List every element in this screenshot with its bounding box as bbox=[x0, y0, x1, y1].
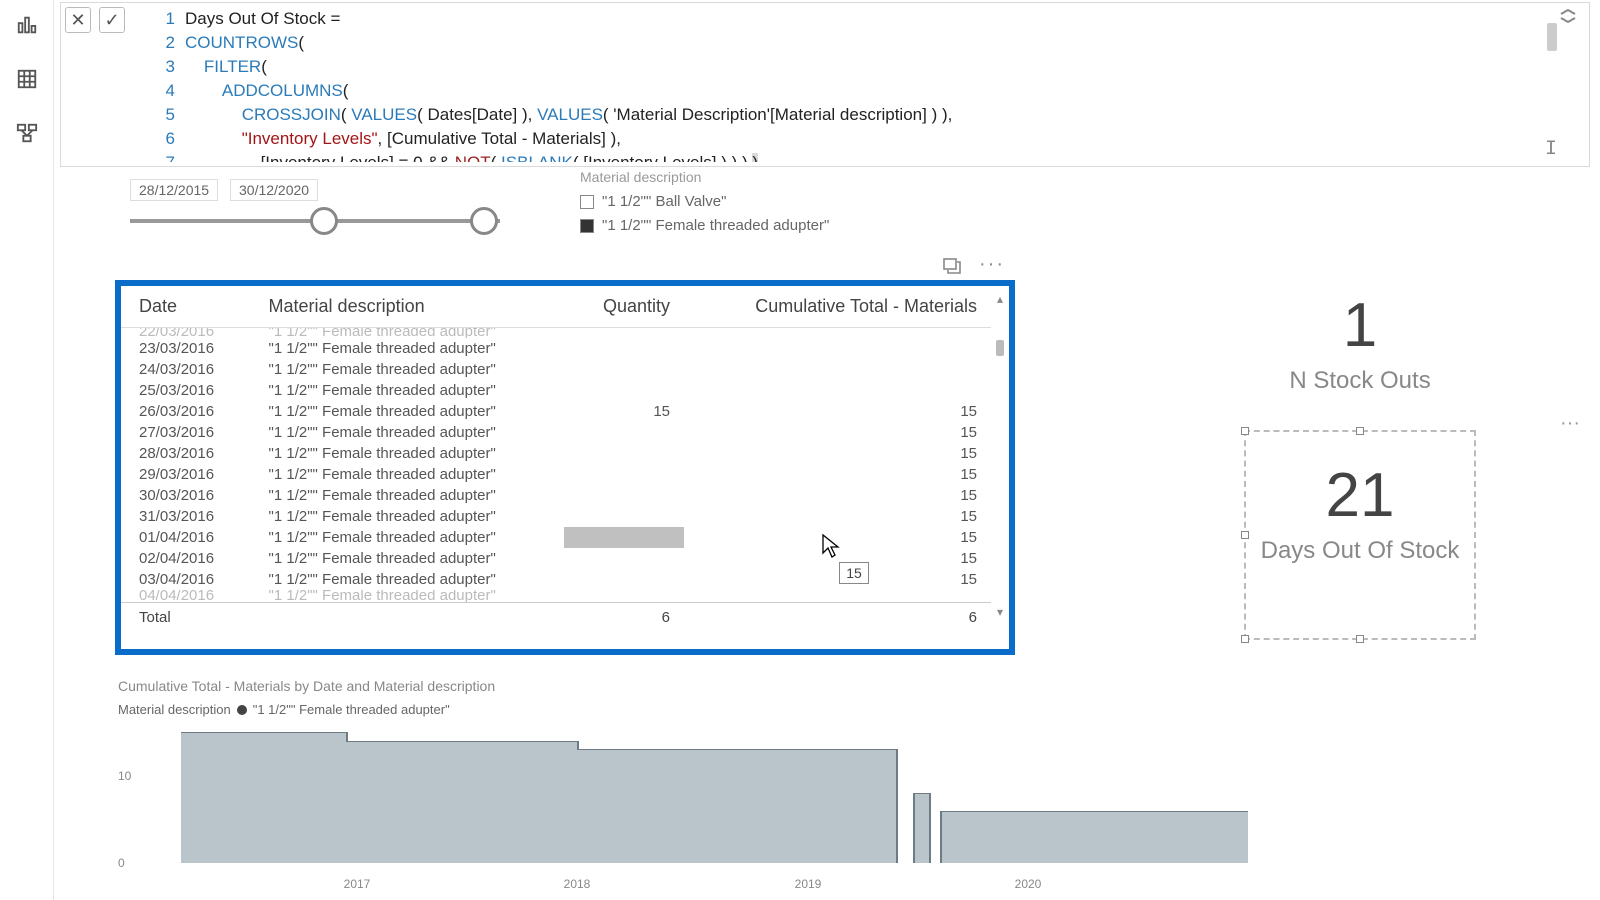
card-stock-outs[interactable]: 1 N Stock Outs bbox=[1260, 290, 1460, 395]
date-from-input[interactable]: 28/12/2015 bbox=[130, 179, 218, 201]
cell-tooltip: 15 bbox=[839, 562, 869, 584]
formula-commit-button[interactable]: ✓ bbox=[99, 7, 125, 33]
x-tick: 2019 bbox=[795, 877, 822, 891]
chart-plot-area: 0102017201820192020 bbox=[118, 723, 1560, 873]
x-tick: 2020 bbox=[1015, 877, 1042, 891]
col-header-date[interactable]: Date bbox=[121, 286, 251, 328]
date-slider-handle-from[interactable] bbox=[310, 207, 338, 235]
data-view-icon[interactable] bbox=[14, 66, 40, 92]
area-chart-visual[interactable]: Cumulative Total - Materials by Date and… bbox=[118, 678, 1560, 888]
table-row[interactable]: 29/03/2016"1 1/2"" Female threaded adupt… bbox=[121, 464, 991, 485]
x-tick: 2018 bbox=[564, 877, 591, 891]
scroll-thumb[interactable] bbox=[996, 340, 1004, 356]
card-days-out-of-stock[interactable]: 21 Days Out Of Stock bbox=[1260, 460, 1460, 565]
table-row[interactable]: 24/03/2016"1 1/2"" Female threaded adupt… bbox=[121, 359, 991, 380]
table-row[interactable]: 25/03/2016"1 1/2"" Female threaded adupt… bbox=[121, 380, 991, 401]
formula-expand-button[interactable] bbox=[1559, 9, 1579, 27]
focus-mode-icon[interactable] bbox=[943, 258, 961, 279]
x-tick: 2017 bbox=[344, 877, 371, 891]
resize-handle[interactable] bbox=[1241, 635, 1249, 643]
col-header-cumulative[interactable]: Cumulative Total - Materials bbox=[684, 286, 991, 328]
date-slider-track[interactable] bbox=[130, 219, 500, 223]
resize-handle[interactable] bbox=[1356, 427, 1364, 435]
chart-step-edge bbox=[577, 741, 579, 750]
scroll-up-icon[interactable]: ▴ bbox=[993, 292, 1007, 306]
chart-legend-field: Material description bbox=[118, 702, 231, 717]
left-view-rail bbox=[0, 0, 54, 900]
chart-step-edge bbox=[913, 793, 915, 863]
material-slicer-item-label: "1 1/2"" Ball Valve" bbox=[602, 193, 726, 210]
formula-cancel-button[interactable]: ✕ bbox=[65, 7, 91, 33]
card-value: 21 bbox=[1260, 460, 1460, 531]
chart-step-edge bbox=[940, 811, 942, 864]
table-row[interactable]: 04/04/2016"1 1/2"" Female threaded adupt… bbox=[121, 590, 991, 603]
more-options-icon[interactable]: ··· bbox=[979, 258, 1005, 279]
date-to-input[interactable]: 30/12/2020 bbox=[230, 179, 318, 201]
table-row[interactable]: 27/03/2016"1 1/2"" Female threaded adupt… bbox=[121, 422, 991, 443]
material-slicer-item-2[interactable]: "1 1/2"" Female threaded adupter" bbox=[580, 217, 829, 234]
chart-title: Cumulative Total - Materials by Date and… bbox=[118, 678, 1560, 694]
card-label: Days Out Of Stock bbox=[1260, 537, 1460, 565]
table-row[interactable]: 26/03/2016"1 1/2"" Female threaded adupt… bbox=[121, 401, 991, 422]
card-more-options-icon[interactable]: ··· bbox=[1560, 412, 1600, 435]
chart-legend-series: "1 1/2"" Female threaded adupter" bbox=[253, 702, 450, 717]
table-row[interactable]: 22/03/2016"1 1/2"" Female threaded adupt… bbox=[121, 328, 991, 339]
card-value: 1 bbox=[1260, 290, 1460, 361]
formula-editor[interactable]: 1Days Out Of Stock =2COUNTROWS(3 FILTER(… bbox=[155, 7, 1539, 162]
table-row[interactable]: 30/03/2016"1 1/2"" Female threaded adupt… bbox=[121, 485, 991, 506]
material-slicer-title: Material description bbox=[580, 169, 701, 185]
card-label: N Stock Outs bbox=[1260, 367, 1460, 395]
report-view-icon[interactable] bbox=[14, 12, 40, 38]
scroll-down-icon[interactable]: ▾ bbox=[993, 605, 1007, 619]
table-visual-action-bar: ··· bbox=[115, 258, 1015, 279]
chart-step-edge bbox=[929, 793, 931, 863]
chart-step-edge bbox=[896, 749, 898, 863]
chart-step bbox=[346, 741, 577, 864]
model-view-icon[interactable] bbox=[14, 120, 40, 146]
resize-handle[interactable] bbox=[1356, 635, 1364, 643]
chart-step bbox=[940, 811, 1248, 864]
table-row[interactable]: 31/03/2016"1 1/2"" Female threaded adupt… bbox=[121, 506, 991, 527]
chart-legend: Material description "1 1/2"" Female thr… bbox=[118, 702, 1560, 717]
table-row[interactable]: 28/03/2016"1 1/2"" Female threaded adupt… bbox=[121, 443, 991, 464]
col-header-quantity[interactable]: Quantity bbox=[564, 286, 684, 328]
slicer-row: 28/12/2015 30/12/2020 Material descripti… bbox=[120, 175, 1580, 240]
chart-step-edge bbox=[346, 732, 348, 741]
material-slicer-item-1[interactable]: "1 1/2"" Ball Valve" bbox=[580, 193, 726, 210]
chart-step bbox=[577, 749, 896, 863]
y-tick: 0 bbox=[118, 856, 125, 870]
chart-step bbox=[181, 732, 346, 863]
chart-step bbox=[913, 793, 930, 863]
resize-handle[interactable] bbox=[1241, 531, 1249, 539]
date-slider-handle-to[interactable] bbox=[470, 207, 498, 235]
legend-marker-icon bbox=[237, 705, 247, 715]
table-total-row: Total66 bbox=[121, 603, 991, 629]
formula-bar: ✕ ✓ 1Days Out Of Stock =2COUNTROWS(3 FIL… bbox=[60, 2, 1590, 167]
data-table-visual[interactable]: Date Material description Quantity Cumul… bbox=[115, 280, 1015, 655]
table-scrollbar: ▴ ▾ bbox=[993, 292, 1007, 619]
checkbox-checked-icon[interactable] bbox=[580, 219, 594, 233]
table-row[interactable]: 23/03/2016"1 1/2"" Female threaded adupt… bbox=[121, 338, 991, 359]
text-cursor-icon: I bbox=[1545, 138, 1557, 161]
col-header-material[interactable]: Material description bbox=[251, 286, 565, 328]
table-row[interactable]: 01/04/2016"1 1/2"" Female threaded adupt… bbox=[121, 527, 991, 548]
formula-scrollbar-thumb[interactable] bbox=[1547, 23, 1557, 51]
resize-handle[interactable] bbox=[1241, 427, 1249, 435]
material-slicer-item-label: "1 1/2"" Female threaded adupter" bbox=[602, 217, 829, 234]
y-tick: 10 bbox=[118, 769, 131, 783]
checkbox-unchecked-icon[interactable] bbox=[580, 195, 594, 209]
